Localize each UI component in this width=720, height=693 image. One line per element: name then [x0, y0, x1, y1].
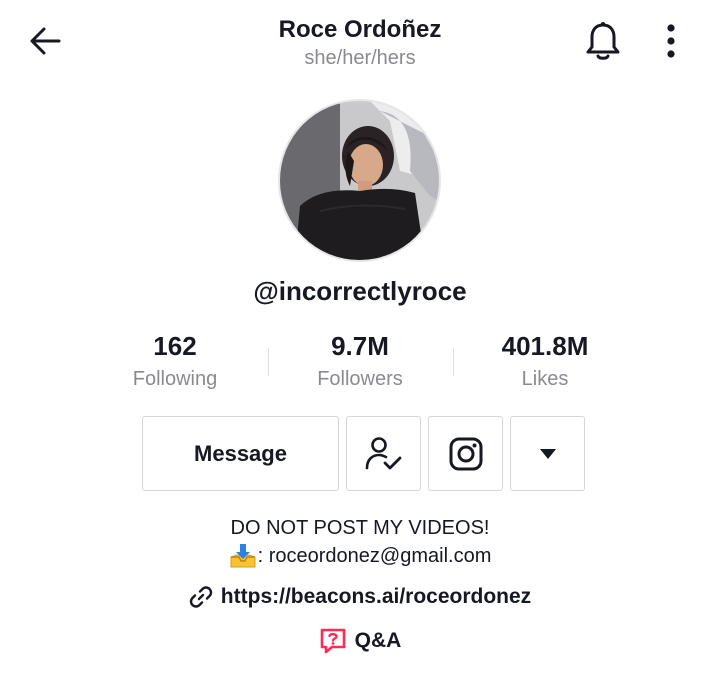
title-block: Roce Ordoñez she/her/hers [160, 16, 560, 71]
stat-value: 162 [153, 331, 197, 361]
stat-followers[interactable]: 9.7M Followers [265, 330, 455, 392]
link-chain-icon [189, 585, 213, 609]
question-bubble-icon [319, 627, 347, 655]
instagram-button[interactable] [428, 416, 503, 491]
bio-email: : roceordonez@gmail.com [257, 545, 492, 567]
person-check-icon [365, 436, 401, 469]
stat-following[interactable]: 162 Following [80, 330, 270, 392]
bell-icon [586, 22, 620, 60]
instagram-icon [449, 437, 482, 470]
bio-email-row: : roceordonez@gmail.com [100, 542, 620, 570]
profile-photo [280, 101, 439, 260]
stat-label: Likes [521, 368, 569, 390]
more-options-button[interactable] [652, 18, 690, 64]
profile-link[interactable]: https://beacons.ai/roceordonez [100, 585, 620, 609]
more-dropdown-button[interactable] [510, 416, 585, 491]
stat-value: 9.7M [331, 331, 389, 361]
stats-row: 162 Following 9.7M Followers 401.8M Like… [80, 330, 640, 394]
notifications-button[interactable] [580, 18, 626, 64]
pronouns: she/her/hers [304, 47, 416, 69]
top-bar: Roce Ordoñez she/her/hers [0, 0, 720, 80]
stat-label: Following [132, 368, 218, 390]
link-text: https://beacons.ai/roceordonez [220, 585, 532, 608]
avatar[interactable] [278, 99, 441, 262]
action-buttons: Message [0, 416, 720, 492]
qa-label: Q&A [354, 629, 402, 652]
qa-button[interactable]: Q&A [100, 627, 620, 655]
following-button[interactable] [346, 416, 421, 491]
username: @incorrectlyroce [253, 276, 467, 306]
back-button[interactable] [24, 20, 66, 62]
stat-likes[interactable]: 401.8M Likes [450, 330, 640, 392]
page-title: Roce Ordoñez [278, 16, 442, 43]
bio: DO NOT POST MY VIDEOS! : roceordonez@gma… [100, 514, 620, 570]
stat-value: 401.8M [501, 331, 589, 361]
arrow-left-icon [30, 27, 61, 55]
message-button[interactable]: Message [142, 416, 339, 491]
inbox-tray-emoji [229, 543, 257, 569]
caret-down-icon [539, 448, 556, 459]
bio-line: DO NOT POST MY VIDEOS! [230, 517, 490, 539]
stat-label: Followers [317, 368, 403, 390]
vertical-dots-icon [667, 24, 675, 58]
